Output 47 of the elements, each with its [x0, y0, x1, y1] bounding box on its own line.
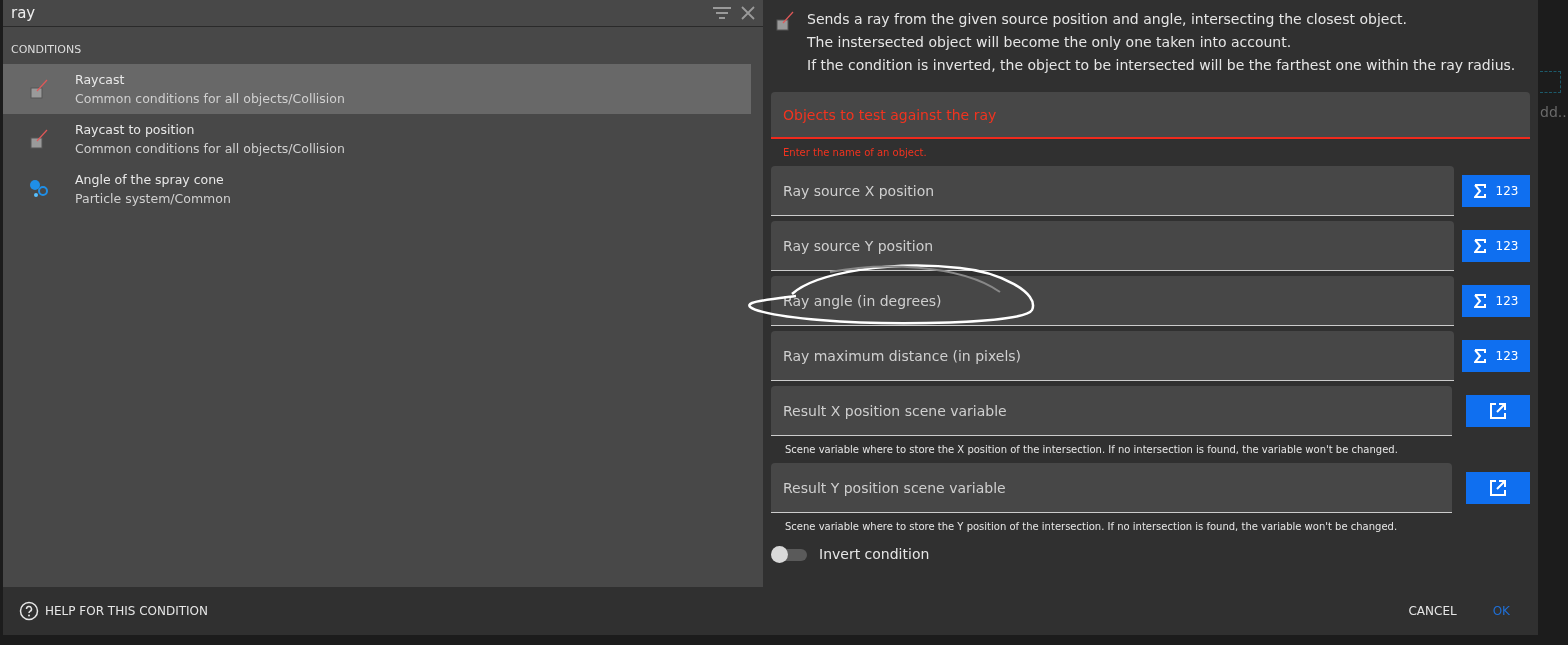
expression-button[interactable]: 123: [1462, 230, 1530, 262]
open-editor-button[interactable]: [1466, 472, 1530, 504]
invert-toggle[interactable]: [771, 546, 807, 562]
raycast-icon: [29, 78, 49, 100]
external-link-icon: [1489, 402, 1507, 420]
help-icon: [19, 601, 39, 621]
expression-button[interactable]: 123: [1462, 175, 1530, 207]
item-subtitle: Common conditions for all objects/Collision: [75, 91, 345, 106]
background-text: dd...: [1540, 104, 1568, 120]
section-heading: CONDITIONS: [10, 42, 83, 58]
item-subtitle: Common conditions for all objects/Collision: [75, 141, 345, 156]
variable-field[interactable]: Result Y position scene variable: [771, 463, 1452, 513]
item-title: Raycast: [75, 72, 126, 87]
filter-icon[interactable]: [713, 6, 731, 20]
toggle-label: Invert condition: [819, 546, 930, 562]
help-button[interactable]: HELP FOR THIS CONDITION: [17, 599, 211, 623]
sigma-icon: [1473, 239, 1486, 253]
close-icon[interactable]: [741, 6, 755, 20]
particles-icon: [28, 178, 50, 200]
condition-item[interactable]: Raycast Common conditions for all objects/Collision: [3, 64, 751, 114]
error-text: Enter the name of an object.: [782, 146, 928, 160]
external-link-icon: [1489, 479, 1507, 497]
raycast-icon: [775, 10, 795, 32]
helper-text: Scene variable where to store the Y position of the intersection. If no intersection is found, the variable won't be changed.: [784, 520, 1399, 534]
helper-text: Scene variable where to store the X position of the intersection. If no intersection is found, the variable won't be changed.: [784, 443, 1399, 457]
expression-button[interactable]: 123: [1462, 285, 1530, 317]
description-text: Sends a ray from the given source position and angle, intersecting the closest object.: [807, 10, 1409, 28]
open-editor-button[interactable]: [1466, 395, 1530, 427]
sigma-icon: [1473, 294, 1486, 308]
variable-field[interactable]: Result X position scene variable: [771, 386, 1452, 436]
cancel-button[interactable]: CANCEL: [1394, 598, 1471, 624]
expression-field[interactable]: Ray source Y position: [771, 221, 1454, 271]
item-title: Angle of the spray cone: [75, 172, 225, 187]
sigma-icon: [1473, 184, 1486, 198]
raycast-icon: [29, 128, 49, 150]
search-field[interactable]: ray: [11, 4, 703, 22]
expression-button[interactable]: 123: [1462, 340, 1530, 372]
item-title: Raycast to position: [75, 122, 196, 137]
dashed-frame: [1540, 71, 1561, 93]
expression-field[interactable]: Ray source X position: [771, 166, 1454, 216]
item-subtitle: Particle system/Common: [75, 191, 231, 206]
condition-item[interactable]: Angle of the spray cone Particle system/Common: [3, 164, 751, 214]
sigma-icon: [1473, 349, 1486, 363]
condition-item[interactable]: Raycast to position Common conditions for all objects/Collision: [3, 114, 751, 164]
description-text: If the condition is inverted, the object to be intersected will be the farthest one within the ray radius.: [807, 56, 1516, 74]
description-text: The instersected object will become the only one taken into account.: [807, 33, 1293, 51]
expression-field[interactable]: Ray maximum distance (in pixels): [771, 331, 1454, 381]
